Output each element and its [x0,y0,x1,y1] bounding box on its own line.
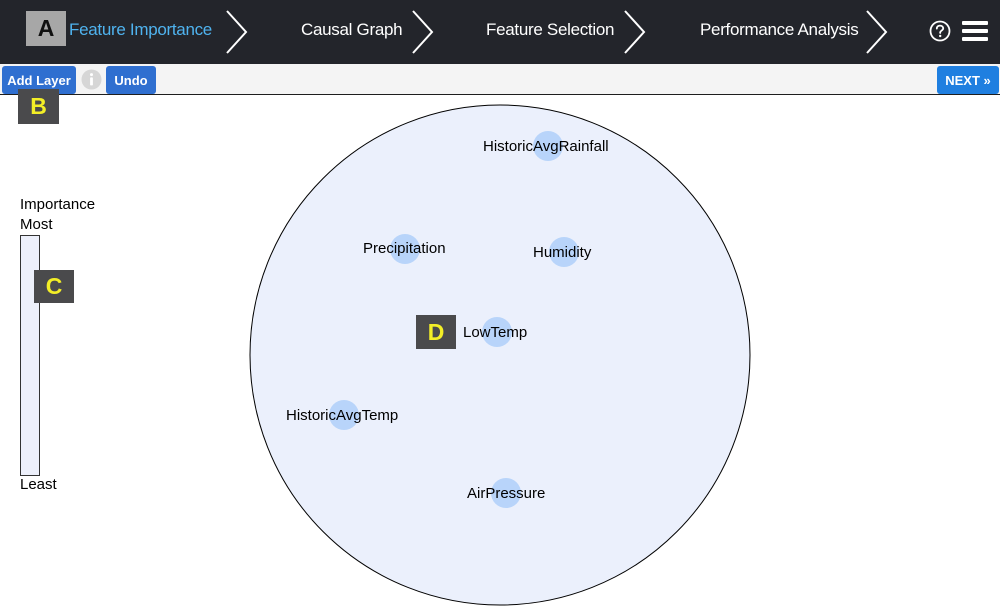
feature-node-label: LowTemp [463,324,527,341]
importance-circle [249,104,751,606]
feature-node-label: HistoricAvgRainfall [483,138,609,155]
tutorial-marker-d: D [416,315,456,349]
feature-node-label: AirPressure [467,485,545,502]
feature-importance-canvas: HistoricAvgRainfall Precipitation Humidi… [249,104,751,606]
feature-node-label: Precipitation [363,240,446,257]
feature-node-label: HistoricAvgTemp [286,407,398,424]
feature-node-label: Humidity [533,244,592,261]
